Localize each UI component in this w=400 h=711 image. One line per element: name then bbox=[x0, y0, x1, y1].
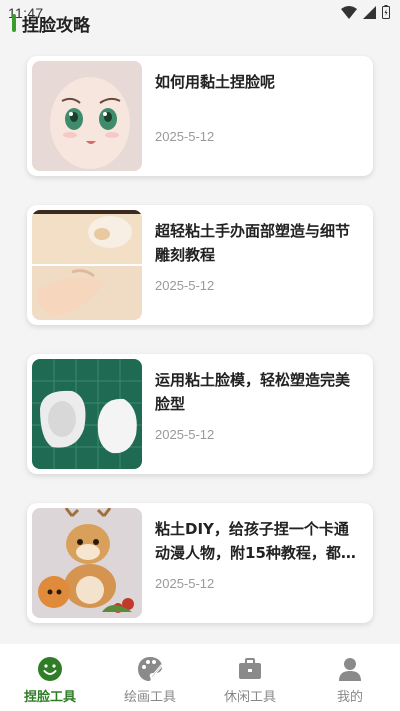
briefcase-icon bbox=[237, 656, 263, 682]
tab-label: 绘画工具 bbox=[123, 690, 176, 705]
clay-face-sculpting-image bbox=[32, 210, 142, 320]
clay-deer-figure-image bbox=[32, 508, 142, 618]
tab-label: 捏脸工具 bbox=[23, 690, 76, 705]
tab-label: 我的 bbox=[336, 690, 363, 705]
battery-icon bbox=[382, 5, 390, 19]
clay-doll-face-image bbox=[32, 61, 142, 171]
tab-leisure-tools[interactable]: 休闲工具 bbox=[200, 644, 300, 711]
article-date: 2025-5-12 bbox=[155, 576, 215, 591]
status-icons bbox=[341, 5, 390, 19]
wifi-icon bbox=[341, 5, 357, 19]
title-accent-bar bbox=[12, 14, 16, 32]
article-date: 2025-5-12 bbox=[155, 278, 215, 293]
tab-mine[interactable]: 我的 bbox=[300, 644, 400, 711]
article-date: 2025-5-12 bbox=[155, 427, 215, 442]
signal-icon bbox=[363, 5, 376, 19]
page-title: 捏脸攻略 bbox=[22, 15, 90, 36]
article-card[interactable]: 运用粘土脸模，轻松塑造完美脸型 2025-5-12 bbox=[27, 354, 373, 474]
bottom-tab-bar: 捏脸工具 绘画工具 休闲工具 我的 bbox=[0, 644, 400, 711]
palette-icon bbox=[137, 656, 163, 682]
smiley-face-icon bbox=[37, 656, 63, 682]
article-card[interactable]: 超轻粘土手办面部塑造与细节雕刻教程 2025-5-12 bbox=[27, 205, 373, 325]
tab-drawing-tools[interactable]: 绘画工具 bbox=[100, 644, 200, 711]
person-icon bbox=[337, 656, 363, 682]
article-card[interactable]: 粘土DIY，给孩子捏一个卡通动漫人物，附15种教程，都很… 2025-5-12 bbox=[27, 503, 373, 623]
article-title: 超轻粘土手办面部塑造与细节雕刻教程 bbox=[155, 222, 351, 264]
article-title: 如何用黏土捏脸呢 bbox=[155, 73, 276, 91]
article-title: 粘土DIY，给孩子捏一个卡通动漫人物，附15种教程，都很… bbox=[155, 520, 349, 562]
article-card[interactable]: 如何用黏土捏脸呢 2025-5-12 bbox=[27, 56, 373, 176]
clay-face-mold-image bbox=[32, 359, 142, 469]
article-date: 2025-5-12 bbox=[155, 129, 215, 144]
tab-label: 休闲工具 bbox=[223, 690, 276, 705]
page-header: 捏脸攻略 bbox=[12, 10, 90, 36]
tab-face-tools[interactable]: 捏脸工具 bbox=[0, 644, 100, 711]
article-title: 运用粘土脸模，轻松塑造完美脸型 bbox=[155, 371, 351, 413]
